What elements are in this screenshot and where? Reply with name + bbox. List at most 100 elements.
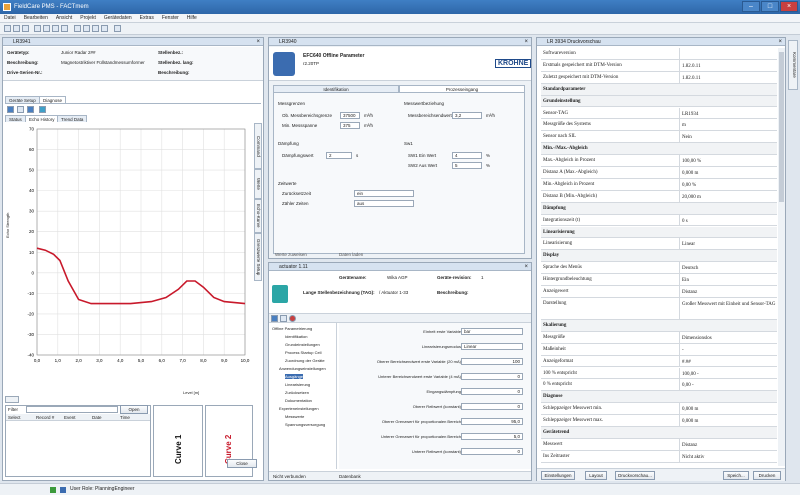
list-column-header[interactable]: Record # [36, 415, 54, 420]
speichern-button[interactable]: Speich... [723, 471, 749, 480]
param-value[interactable]: 0 [461, 388, 523, 395]
einstellungen-button[interactable]: Einstellungen [541, 471, 575, 480]
new-icon[interactable] [4, 25, 11, 32]
close-icon[interactable]: × [524, 38, 528, 46]
tab-trend-data[interactable]: Trend Data [57, 115, 88, 122]
vtab-grenzwerte[interactable]: Grenzwerte Setup [254, 233, 262, 281]
tab-geraete-setup[interactable]: Geräte Setup [5, 96, 40, 103]
report-row: Schleppzeiger Messwert min. 0,000 m [541, 403, 777, 416]
menu-item[interactable]: Fenster [158, 14, 183, 23]
vtab-kommentare[interactable]: Kommentare [788, 40, 798, 90]
tree-item[interactable]: Messwerte [285, 414, 304, 419]
x-tick-label: 4,0 [117, 358, 124, 363]
param-value[interactable]: 95,0 [461, 418, 523, 425]
min-messspanne-input[interactable]: 375 [340, 122, 360, 129]
sw1-ein-input[interactable]: 4 [452, 152, 482, 159]
tab-echo-history[interactable]: Echo History [25, 115, 59, 122]
list-column-header[interactable]: Event [64, 415, 76, 420]
minimize-button[interactable]: – [742, 1, 760, 12]
tab-identifikation[interactable]: Identifikation [273, 85, 399, 92]
param-value[interactable]: 0 [461, 448, 523, 455]
param-value[interactable]: 0 [461, 373, 523, 380]
tree-item[interactable]: Process Startup Cell [285, 350, 321, 355]
expand-icon[interactable] [5, 396, 19, 403]
paste-icon[interactable] [61, 25, 68, 32]
open-icon[interactable] [13, 25, 20, 32]
record-icon[interactable] [289, 315, 296, 322]
close-icon[interactable]: × [524, 263, 528, 271]
list-column-header[interactable]: Time [120, 415, 130, 420]
menu-item[interactable]: Bearbeiten [20, 14, 52, 23]
drucken-button[interactable]: Drucken [753, 471, 781, 480]
save-icon[interactable] [27, 106, 34, 113]
messbereichsendwert-input[interactable]: 3,2 [452, 112, 482, 119]
tree-item[interactable]: Ausgänge [285, 374, 304, 379]
layout-button[interactable]: Layout [585, 471, 607, 480]
report-section-row: Diagnose [541, 391, 777, 404]
menu-item[interactable]: Ansicht [52, 14, 76, 23]
open-button[interactable]: Open [120, 405, 148, 414]
list-icon[interactable] [280, 315, 287, 322]
vtab-werte[interactable]: Werte [254, 169, 262, 199]
zaehler-zeiten-select[interactable]: aus [354, 200, 414, 207]
close-button[interactable]: Close [227, 459, 257, 468]
tree-item[interactable]: Identifikation [285, 334, 307, 339]
zuruecksetzzeit-select[interactable]: ein [354, 190, 414, 197]
list-icon[interactable] [17, 106, 24, 113]
vtab-echo-kurve[interactable]: Echo-Kurve [254, 199, 262, 233]
cut-icon[interactable] [43, 25, 50, 32]
param-value[interactable]: 100 [461, 358, 523, 365]
menu-item[interactable]: Extras [136, 14, 158, 23]
tree-item[interactable]: Offline Parametrierung [272, 326, 312, 331]
view-icon[interactable] [271, 315, 278, 322]
ob-messbereichsgrenze-input[interactable]: 37500 [340, 112, 360, 119]
scrollbar-thumb[interactable] [779, 52, 784, 202]
tree-item[interactable]: Dokumentation [285, 398, 312, 403]
close-icon[interactable]: × [778, 38, 782, 46]
tree-item[interactable]: Experteneinstellungen [279, 406, 319, 411]
menu-item[interactable]: Projekt [76, 14, 100, 23]
report-value: 0,000 m [682, 171, 699, 176]
upload-icon[interactable] [92, 25, 99, 32]
tree-item[interactable]: Anwendungseinstellungen [279, 366, 326, 371]
tab-status[interactable]: Status [5, 115, 26, 122]
param-value[interactable]: bar [461, 328, 523, 335]
sw2-aus-input[interactable]: 5 [452, 162, 482, 169]
tree-item[interactable]: Spannungsversorgung [285, 422, 325, 427]
refresh-icon[interactable] [39, 106, 46, 113]
druckvorschau-button[interactable]: Druckvorschau... [615, 471, 655, 480]
disconnect-icon[interactable] [83, 25, 90, 32]
list-column-header[interactable]: Select [8, 415, 21, 420]
chart-icon[interactable] [7, 106, 14, 113]
daempfungswert-input[interactable]: 2 [326, 152, 352, 159]
tab-prozesseingang[interactable]: Prozesseingang [399, 85, 525, 92]
tab-diagnose[interactable]: Diagnose [39, 96, 67, 103]
menu-item[interactable]: Hilfe [183, 14, 201, 23]
info-value: Magnetostriktiver Füllstandmessumformer [61, 60, 145, 65]
param-value[interactable]: 0 [461, 403, 523, 410]
scrollbar[interactable] [778, 48, 785, 466]
maximize-button[interactable]: □ [761, 1, 779, 12]
print-icon[interactable] [34, 25, 41, 32]
save-icon[interactable] [22, 25, 29, 32]
help-icon[interactable] [114, 25, 121, 32]
close-icon[interactable]: × [256, 38, 260, 46]
param-value[interactable]: Linear [461, 343, 523, 350]
tree-item[interactable]: Zuordnung der Geräte [285, 358, 325, 363]
report-row: Hintergrundbeleuchtung Ein [541, 274, 777, 286]
tree-item[interactable]: Zurücksetzen [285, 390, 309, 395]
connect-icon[interactable] [74, 25, 81, 32]
report-label: Sensor nach SIL [543, 134, 577, 140]
menu-item[interactable]: Datei [0, 14, 20, 23]
list-column-header[interactable]: Date [92, 415, 102, 420]
tree-item[interactable]: Grundeinstellungen [285, 342, 320, 347]
tree-item[interactable]: Linearisierung [285, 382, 310, 387]
copy-icon[interactable] [52, 25, 59, 32]
column-divider [679, 450, 680, 463]
vtab-command[interactable]: Command [254, 123, 262, 169]
param-value[interactable]: 5,0 [461, 433, 523, 440]
download-icon[interactable] [101, 25, 108, 32]
close-window-button[interactable]: × [780, 1, 798, 12]
filter-input[interactable] [26, 406, 118, 413]
menu-item[interactable]: Gerätedaten [100, 14, 136, 23]
